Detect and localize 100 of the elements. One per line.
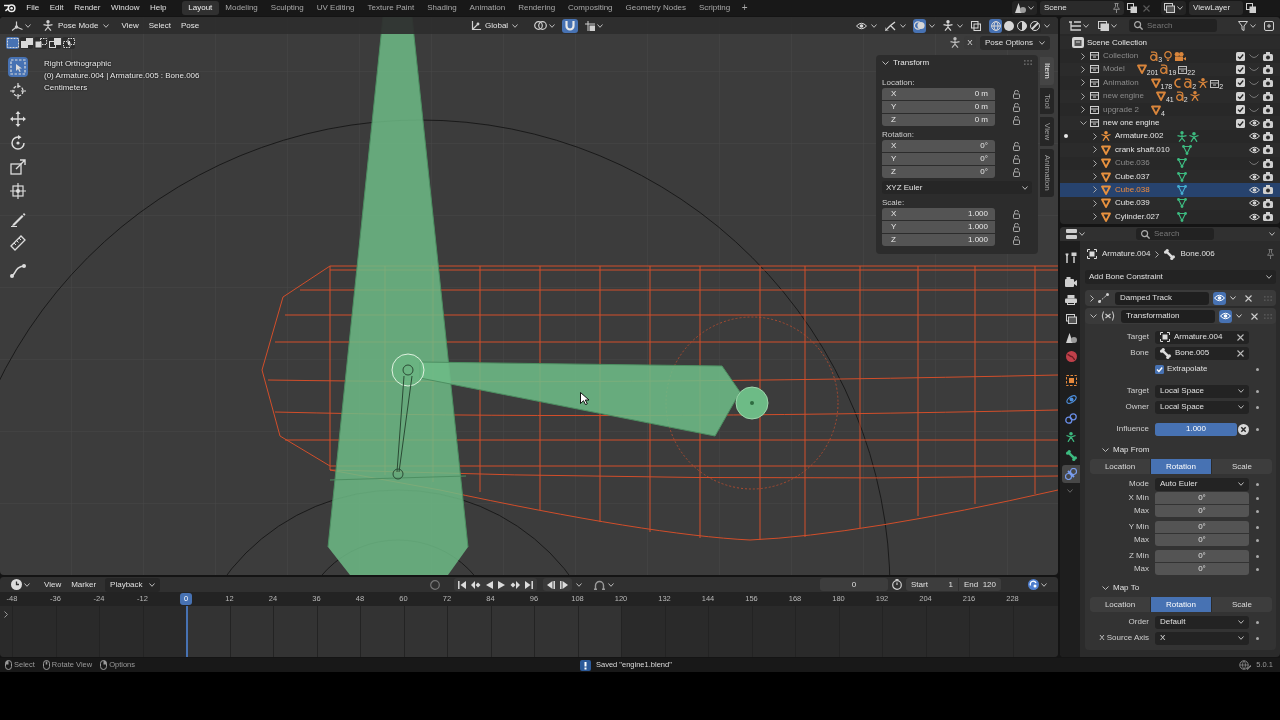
dropdown[interactable]: Default [1155,615,1249,629]
panel-header[interactable]: Transform [882,58,930,67]
add-constraint-dropdown[interactable]: Add Bone Constraint [1085,270,1276,284]
checkbox[interactable]: Extrapolate [1155,364,1208,374]
sidebar-tab[interactable]: Tool [1040,87,1054,115]
padlock-icon[interactable] [1013,222,1020,232]
padlock-icon[interactable] [1013,115,1020,125]
number-field[interactable]: Z 0° [882,166,995,178]
menu-item[interactable]: File [21,1,45,15]
menu-item[interactable]: Pose [175,18,205,33]
record-icon[interactable] [430,579,440,590]
chevron-right-icon[interactable] [1093,159,1097,167]
influence-slider[interactable]: 1.000 [1155,422,1237,436]
number-field[interactable]: 0° [1155,534,1249,546]
shading-mode-button[interactable] [1015,18,1028,33]
drag-handle-icon[interactable] [1264,313,1272,319]
closed-eye-icon[interactable] [1249,161,1259,166]
workspace-tab[interactable]: Animation [463,1,512,15]
segment-button[interactable]: Scale [1212,597,1272,612]
chevron-right-icon[interactable] [1081,79,1085,87]
enable-toggle[interactable] [1219,309,1232,323]
close-icon[interactable] [1237,349,1244,357]
workspace-tab[interactable]: Scripting [692,1,737,15]
number-field[interactable]: 0° [1155,550,1249,562]
chevron-down-icon[interactable] [1090,314,1097,318]
tool-button[interactable] [8,57,28,77]
workspace-tab[interactable]: Geometry Nodes [619,1,693,15]
camera-icon[interactable] [1263,64,1273,74]
constraint-name-field[interactable]: Damped Track [1115,291,1209,305]
duplicate-icon[interactable] [1127,3,1137,13]
enable-toggle[interactable] [1213,291,1226,305]
chevron-right-icon[interactable] [1081,52,1085,60]
segment-button[interactable]: Scale [1212,459,1272,474]
shading-mode-button[interactable] [989,18,1002,33]
play-icon[interactable] [498,580,505,589]
menu-item[interactable]: Marker [66,577,102,592]
tree-row[interactable]: Cube.036 [1060,156,1280,170]
segment-button[interactable]: Rotation [1151,597,1211,612]
number-field[interactable]: X 1.000 [882,208,995,220]
camera-icon[interactable] [1263,78,1273,88]
editor-type-button[interactable] [1066,18,1092,33]
caret-down-icon[interactable] [900,23,906,28]
chevron-right-icon[interactable] [1093,146,1097,154]
menu-item[interactable]: Select [143,18,176,33]
eye-icon[interactable] [1248,199,1260,208]
decorator-dot-icon[interactable] [1255,567,1259,571]
decorator-dot-icon[interactable] [1255,405,1259,409]
caret-down-icon[interactable] [1067,489,1073,494]
menu-item[interactable]: View [39,577,67,592]
eye-icon[interactable] [1248,145,1260,154]
tool-button[interactable] [8,181,28,201]
dot-icon[interactable] [1064,134,1068,139]
workspace-tab[interactable]: Sculpting [264,1,311,15]
step-back-icon[interactable] [547,580,555,589]
scene-browse-button[interactable] [1012,1,1037,15]
caret-down-icon[interactable] [957,23,963,28]
caret-down-icon[interactable] [608,582,614,587]
workspace-tab[interactable]: Rendering [511,1,562,15]
number-field[interactable]: Y 0° [882,153,995,165]
menu-item[interactable]: View [116,18,144,33]
number-field[interactable]: X 0° [882,140,995,152]
decorator-dot-icon[interactable] [1255,636,1259,640]
checkbox-icon[interactable] [1235,91,1245,101]
arch-icon[interactable] [594,579,605,590]
drag-handle-icon[interactable] [1024,60,1032,65]
closed-eye-icon[interactable] [1249,80,1259,85]
number-field[interactable]: Z 0 m [882,114,995,126]
overlays-toggle[interactable] [913,18,926,33]
chevron-down-icon[interactable] [1079,121,1087,126]
workspace-tab[interactable]: Compositing [561,1,620,15]
view-layer-name-field[interactable]: ViewLayer [1189,1,1243,15]
previous-keyframe-icon[interactable] [471,580,481,589]
chevron-right-icon[interactable] [1081,106,1085,114]
plus-box-icon[interactable] [1264,20,1274,31]
caret-down-icon[interactable] [1269,232,1275,236]
workspace-tab[interactable]: UV Editing [310,1,362,15]
tree-row[interactable]: Armature.002 [1060,129,1280,144]
closed-eye-icon[interactable] [1249,107,1259,112]
camera-icon[interactable] [1263,172,1273,182]
chevron-right-icon[interactable] [1093,199,1097,207]
sidebar-tab[interactable]: Item [1040,57,1054,85]
search-field[interactable]: Search [1136,228,1214,240]
segment-button[interactable]: Location [1090,597,1150,612]
checkbox-icon[interactable] [1235,78,1245,88]
sidebar-tab[interactable]: Animation [1040,149,1054,198]
closed-eye-icon[interactable] [1249,94,1259,99]
decorator-dot-icon[interactable] [1255,389,1259,393]
eye-icon[interactable] [1248,119,1260,128]
shading-mode-button[interactable] [1028,18,1041,33]
padlock-icon[interactable] [1013,167,1020,177]
checkbox-icon[interactable] [1235,51,1245,61]
scene-name-field[interactable]: Scene [1040,1,1124,15]
mode-dropdown[interactable]: Pose Mode [40,18,113,33]
editor-type-button[interactable] [8,577,33,592]
padlock-icon[interactable] [1013,235,1020,245]
xray-toggle[interactable] [970,18,982,33]
number-field[interactable]: 0° [1155,505,1249,517]
decorator-dot-icon[interactable] [1255,482,1259,486]
workspace-tab[interactable]: Shading [420,1,464,15]
sidebar-tab[interactable]: View [1040,117,1054,147]
